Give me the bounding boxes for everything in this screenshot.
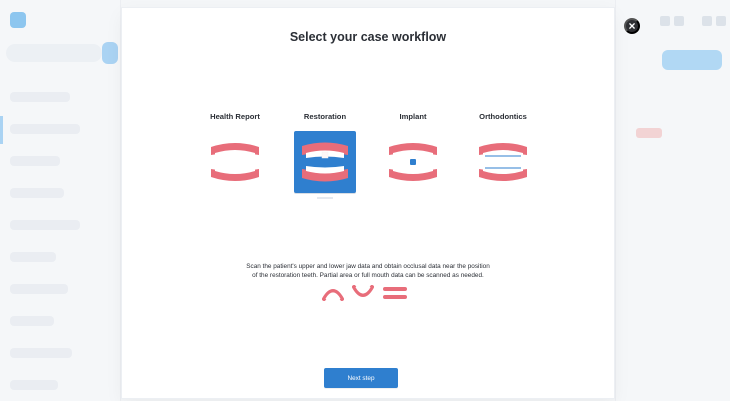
case-workflow-modal: Select your case workflow Health Report … (122, 8, 614, 398)
background-sidebar (0, 0, 121, 401)
background-row (10, 220, 80, 230)
background-row (10, 188, 64, 198)
close-button[interactable]: × (624, 18, 640, 34)
background-search (6, 44, 102, 62)
close-icon: × (628, 19, 636, 33)
background-action-button (102, 42, 118, 64)
description-line: Scan the patient's upper and lower jaw d… (246, 263, 490, 270)
occlusion-icon (383, 287, 407, 299)
option-label: Orthodontics (479, 112, 527, 121)
background-icon (660, 16, 670, 26)
background-red-mark (636, 128, 662, 138)
option-underline (317, 197, 333, 199)
background-row (10, 124, 80, 134)
workflow-option-implant[interactable]: Implant (370, 110, 456, 193)
workflow-option-health-report[interactable]: Health Report (192, 110, 278, 193)
background-row (10, 156, 60, 166)
upper-jaw-icon (322, 289, 344, 301)
background-row (10, 252, 56, 262)
background-right-panel (615, 0, 730, 401)
background-row (10, 284, 68, 294)
health-report-teeth-icon (204, 131, 266, 193)
restoration-teeth-icon (294, 131, 356, 193)
option-label: Restoration (303, 112, 347, 121)
jaw-scan-icons (322, 285, 408, 301)
background-pill-button (662, 50, 722, 70)
lower-jaw-icon (352, 285, 374, 297)
workflow-option-restoration[interactable]: Restoration (282, 110, 368, 199)
background-icon (674, 16, 684, 26)
background-row (10, 380, 58, 390)
workflow-option-orthodontics[interactable]: Orthodontics (460, 110, 546, 193)
app-logo (10, 12, 26, 28)
description-line: of the restoration teeth. Partial area o… (252, 272, 484, 279)
next-step-button[interactable]: Next step (324, 368, 398, 388)
background-row (10, 348, 72, 358)
option-label: Health Report (210, 112, 260, 121)
orthodontics-teeth-icon (472, 131, 534, 193)
background-row (10, 316, 54, 326)
option-label: Implant (399, 112, 427, 121)
background-active-indicator (0, 116, 3, 144)
background-icon (702, 16, 712, 26)
modal-title: Select your case workflow (289, 30, 447, 44)
background-row (10, 92, 70, 102)
background-icon (716, 16, 726, 26)
implant-teeth-icon (382, 131, 444, 193)
workflow-description: Scan the patient's upper and lower jaw d… (122, 262, 614, 280)
